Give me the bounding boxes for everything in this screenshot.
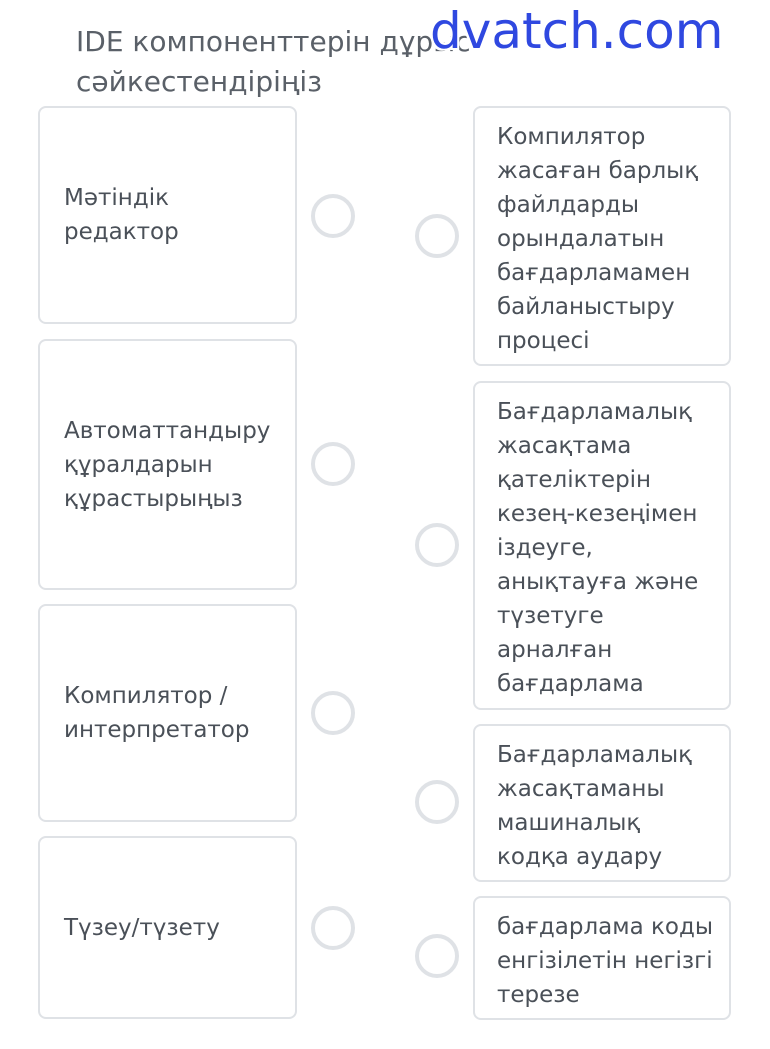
left-item-debugger[interactable]: Түзеу/түзету — [38, 836, 297, 1019]
left-match-radio-3[interactable] — [311, 691, 355, 735]
right-match-radio-4[interactable] — [415, 934, 459, 978]
left-item-label: Мәтіндік редактор — [64, 185, 179, 245]
right-item-linking[interactable]: Компилятор жасаған барлық файлдарды орын… — [473, 106, 731, 366]
right-item-translation[interactable]: Бағдарламалық жасақтаманы машиналық кодқ… — [473, 724, 731, 882]
right-item-label: Бағдарламалық жасақтама қателіктерін кез… — [497, 399, 699, 697]
watermark: dvatch.com — [430, 2, 724, 60]
right-item-label: Компилятор жасаған барлық файлдарды орын… — [497, 124, 699, 354]
right-item-label: Бағдарламалық жасақтаманы машиналық кодқ… — [497, 742, 693, 870]
right-item-main-window[interactable]: бағдарлама коды енгізілетін негізгі тере… — [473, 896, 731, 1020]
left-item-label: Компилятор / интерпретатор — [64, 683, 250, 743]
left-item-build-automation[interactable]: Автоматтандыру құралдарын құрастырыңыз — [38, 339, 297, 590]
left-item-label: Түзеу/түзету — [64, 914, 220, 941]
left-match-radio-4[interactable] — [311, 906, 355, 950]
right-item-debugger-desc[interactable]: Бағдарламалық жасақтама қателіктерін кез… — [473, 381, 731, 710]
right-match-radio-3[interactable] — [415, 780, 459, 824]
right-match-radio-2[interactable] — [415, 523, 459, 567]
left-item-label: Автоматтандыру құралдарын құрастырыңыз — [64, 417, 271, 512]
left-item-compiler[interactable]: Компилятор / интерпретатор — [38, 604, 297, 822]
left-match-radio-2[interactable] — [311, 442, 355, 486]
right-match-radio-1[interactable] — [415, 214, 459, 258]
right-item-label: бағдарлама коды енгізілетін негізгі тере… — [497, 914, 714, 1008]
left-item-text-editor[interactable]: Мәтіндік редактор — [38, 106, 297, 324]
left-match-radio-1[interactable] — [311, 194, 355, 238]
